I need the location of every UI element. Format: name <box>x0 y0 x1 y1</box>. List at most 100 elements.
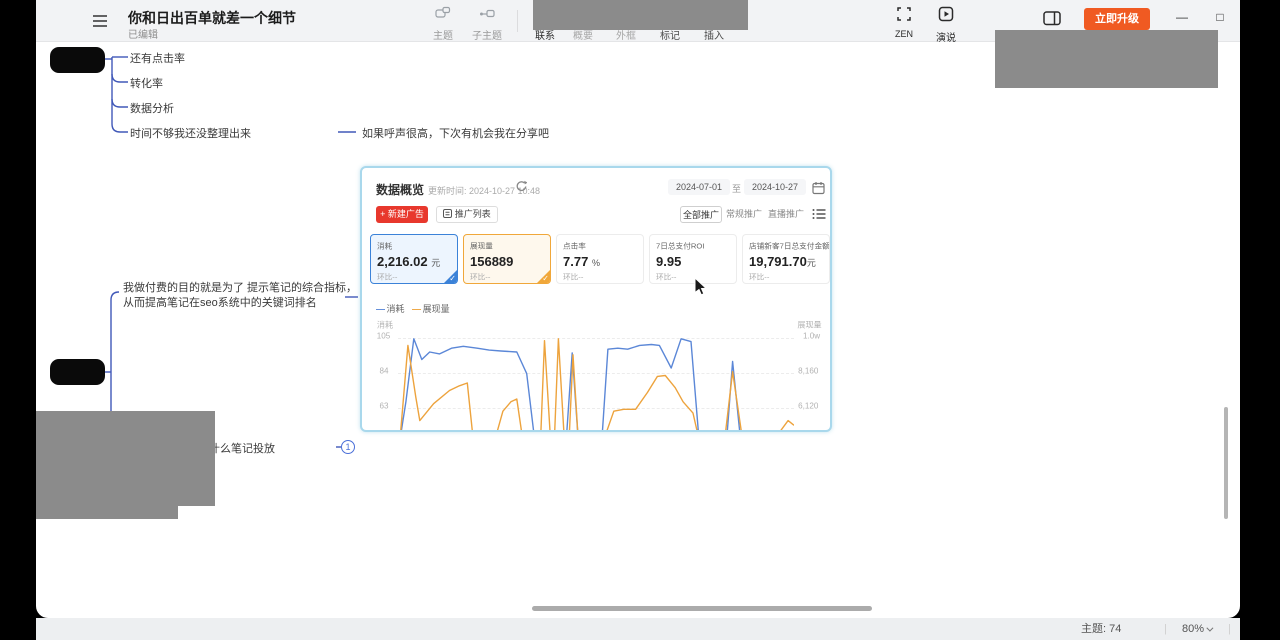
document-title: 你和日出百单就差一个细节 <box>128 8 296 28</box>
metric-compare: 环比-- <box>377 271 440 282</box>
paid-note-line1: 我做付费的目的就是为了 提示笔记的综合指标， <box>123 282 357 294</box>
app-window: 你和日出百单就差一个细节 已编辑 主题 子主题 联系 概要 外框 标记 插入 Z… <box>0 0 1280 640</box>
toolbar-topic-button[interactable]: 主题 <box>421 6 465 42</box>
date-end-field[interactable]: 2024-10-27 <box>744 179 806 195</box>
subtopic-label: 子主题 <box>465 27 509 42</box>
numbered-badge[interactable]: 1 <box>341 440 355 454</box>
edited-status: 已编辑 <box>128 26 158 41</box>
right-axis-title: 展现量 <box>797 319 821 331</box>
present-play-icon <box>938 6 954 22</box>
list-filter-icon[interactable] <box>812 208 826 220</box>
status-separator: | <box>1164 618 1167 640</box>
zoom-control[interactable]: 80% <box>1182 618 1211 640</box>
mindmap-node-bottom-note[interactable]: 什么笔记投放 <box>209 440 275 456</box>
impressions-line-series <box>400 339 794 432</box>
pillarbox-left <box>0 0 36 640</box>
date-start-field[interactable]: 2024-07-01 <box>668 179 730 195</box>
metric-compare: 环比-- <box>563 271 626 282</box>
zen-mode-icon <box>896 6 912 22</box>
promo-list-label: 推广列表 <box>455 209 491 219</box>
mindmap-node-share-note[interactable]: 如果呼声很高，下次有机会我在分享吧 <box>362 125 549 141</box>
toolbar-subtopic-button[interactable]: 子主题 <box>465 6 509 42</box>
tab-all-promo[interactable]: 全部推广 <box>680 206 722 223</box>
topic-count: 主题: 74 <box>1081 618 1121 640</box>
horizontal-scrollbar[interactable] <box>532 606 872 611</box>
check-icon: ✓ <box>542 274 549 283</box>
metric-label: 点击率 <box>563 240 626 251</box>
topic-label: 主题 <box>421 27 465 42</box>
metric-card-roi[interactable]: 7日总支付ROI 9.95 环比-- <box>649 234 737 284</box>
paid-note-line2: 从而提高笔记在seo系统中的关键词排名 <box>123 297 317 309</box>
hamburger-menu-icon[interactable] <box>92 14 108 28</box>
metric-card-cost[interactable]: 消耗 2,216.02 元 环比-- ✓ <box>370 234 458 284</box>
promo-list-button[interactable]: 推广列表 <box>436 206 498 223</box>
mindmap-node-notime[interactable]: 时间不够我还没整理出来 <box>130 125 251 141</box>
metric-value: 7.77 <box>563 254 588 269</box>
status-footer: 主题: 74 | 80% | 大纲 <box>36 618 1240 640</box>
toolbar-present-button[interactable]: 演说 <box>924 6 968 44</box>
metric-compare: 环比-- <box>470 271 533 282</box>
right-tick-2: 8,160 <box>798 367 818 376</box>
dashboard-image-node[interactable]: 数据概览 更新时间: 2024-10-27 10:48 2024-07-01 至… <box>360 166 832 432</box>
metric-card-ctr[interactable]: 点击率 7.77 % 环比-- <box>556 234 644 284</box>
metric-unit: % <box>592 258 600 268</box>
redacted-topic-node-bottom[interactable] <box>50 359 105 385</box>
legend-label-impressions: 展现量 <box>423 304 450 314</box>
metric-unit: 元 <box>431 258 440 268</box>
vertical-scrollbar[interactable] <box>1224 407 1228 519</box>
dashboard-title: 数据概览 <box>376 181 424 198</box>
right-tick-1: 1.0w <box>803 332 820 341</box>
mindmap-node-paid-note[interactable]: 我做付费的目的就是为了 提示笔记的综合指标， 从而提高笔记在seo系统中的关键词… <box>123 281 359 311</box>
tab-live-promo[interactable]: 直播推广 <box>765 206 807 223</box>
metric-compare: 环比-- <box>656 271 719 282</box>
left-tick-3: 63 <box>380 402 389 411</box>
mindmap-node-conversion[interactable]: 转化率 <box>130 75 163 91</box>
toolbar-divider <box>517 10 518 32</box>
date-separator: 至 <box>732 182 741 195</box>
status-separator: | <box>1228 618 1231 640</box>
new-ad-button[interactable]: + 新建广告 <box>376 206 428 223</box>
metric-label: 7日总支付ROI <box>656 240 719 251</box>
redaction-bottom-left <box>35 411 215 506</box>
window-minimize-button[interactable]: — <box>1169 4 1195 30</box>
pillarbox-right <box>1240 0 1280 640</box>
redaction-toolbar <box>533 0 748 30</box>
metric-label: 展现量 <box>470 240 533 251</box>
legend-label-cost: 消耗 <box>387 304 405 314</box>
left-tick-2: 84 <box>380 367 389 376</box>
tab-regular-promo[interactable]: 常规推广 <box>723 206 765 223</box>
metric-label: 消耗 <box>377 240 440 251</box>
mindmap-node-analysis[interactable]: 数据分析 <box>130 100 174 116</box>
chevron-down-icon <box>1206 625 1213 632</box>
mindmap-node-clickrate[interactable]: 还有点击率 <box>130 50 185 66</box>
right-tick-3: 6,120 <box>798 402 818 411</box>
list-icon <box>443 209 452 218</box>
metric-card-impressions[interactable]: 展现量 156889 环比-- ✓ <box>463 234 551 284</box>
redaction-bottom-left-2 <box>35 505 178 519</box>
metric-value: 9.95 <box>656 254 681 269</box>
chart-legend[interactable]: — 消耗 — 展现量 <box>376 302 450 315</box>
mouse-cursor <box>694 277 708 296</box>
calendar-icon[interactable] <box>812 181 826 195</box>
upgrade-button[interactable]: 立即升级 <box>1084 8 1150 30</box>
redacted-topic-node-top[interactable] <box>50 47 105 73</box>
zen-label: ZEN <box>882 29 926 39</box>
metric-value: 2,216.02 <box>377 254 428 269</box>
left-axis-title: 消耗 <box>377 319 393 331</box>
metric-compare: 环比-- <box>749 271 812 282</box>
metric-value: 156889 <box>470 254 513 269</box>
legend-dash-impressions: — <box>412 304 420 314</box>
metric-value: 19,791.70 <box>749 254 807 269</box>
toolbar-zen-button[interactable]: ZEN <box>882 6 926 39</box>
subtopic-icon <box>479 6 495 20</box>
sidebar-toggle-icon[interactable] <box>1043 11 1061 26</box>
check-icon: ✓ <box>449 274 456 283</box>
line-chart <box>398 336 794 432</box>
metric-unit: 元 <box>807 258 816 268</box>
redaction-top-right <box>995 30 1218 88</box>
metric-label: 店铺新客7日总支付金额 <box>749 240 812 251</box>
left-tick-1: 105 <box>377 332 391 341</box>
window-maximize-button[interactable]: □ <box>1207 4 1233 30</box>
metric-card-payment[interactable]: 店铺新客7日总支付金额 19,791.70元 环比-- <box>742 234 830 284</box>
refresh-icon[interactable] <box>514 180 527 193</box>
